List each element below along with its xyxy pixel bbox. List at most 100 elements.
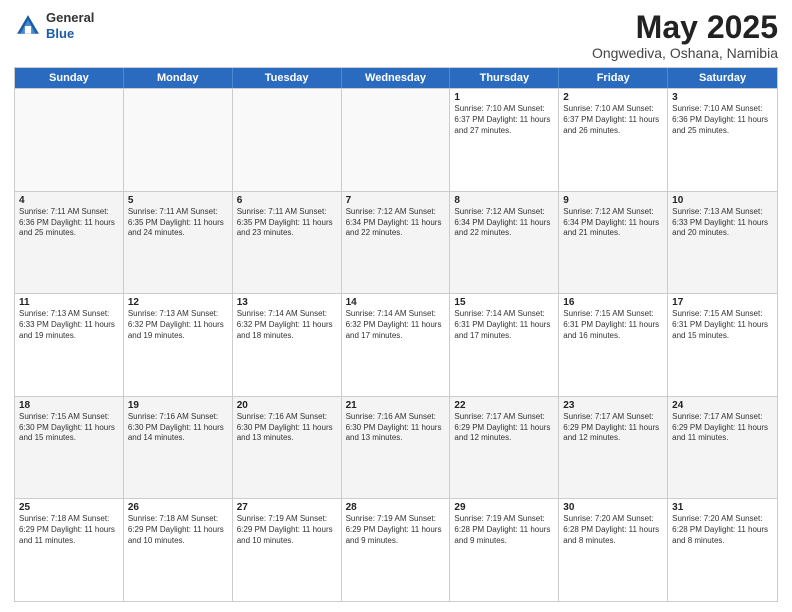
day-number: 11 bbox=[19, 297, 119, 308]
day-number: 29 bbox=[454, 502, 554, 513]
day-info: Sunrise: 7:17 AM Sunset: 6:29 PM Dayligh… bbox=[454, 412, 554, 444]
calendar-week-row: 1Sunrise: 7:10 AM Sunset: 6:37 PM Daylig… bbox=[15, 88, 777, 191]
calendar-header-cell: Thursday bbox=[450, 68, 559, 88]
day-info: Sunrise: 7:12 AM Sunset: 6:34 PM Dayligh… bbox=[346, 207, 446, 239]
day-number: 1 bbox=[454, 92, 554, 103]
calendar-cell: 2Sunrise: 7:10 AM Sunset: 6:37 PM Daylig… bbox=[559, 89, 668, 191]
day-number: 4 bbox=[19, 195, 119, 206]
logo: General Blue bbox=[14, 10, 94, 41]
calendar-week-row: 11Sunrise: 7:13 AM Sunset: 6:33 PM Dayli… bbox=[15, 293, 777, 396]
calendar-cell: 22Sunrise: 7:17 AM Sunset: 6:29 PM Dayli… bbox=[450, 397, 559, 499]
calendar-header-cell: Tuesday bbox=[233, 68, 342, 88]
day-number: 22 bbox=[454, 400, 554, 411]
calendar-cell: 9Sunrise: 7:12 AM Sunset: 6:34 PM Daylig… bbox=[559, 192, 668, 294]
calendar-header-cell: Saturday bbox=[668, 68, 777, 88]
calendar-cell bbox=[124, 89, 233, 191]
day-number: 5 bbox=[128, 195, 228, 206]
day-info: Sunrise: 7:20 AM Sunset: 6:28 PM Dayligh… bbox=[672, 514, 773, 546]
day-number: 31 bbox=[672, 502, 773, 513]
day-number: 21 bbox=[346, 400, 446, 411]
day-info: Sunrise: 7:18 AM Sunset: 6:29 PM Dayligh… bbox=[19, 514, 119, 546]
calendar-header-cell: Friday bbox=[559, 68, 668, 88]
day-info: Sunrise: 7:13 AM Sunset: 6:32 PM Dayligh… bbox=[128, 309, 228, 341]
calendar-cell: 25Sunrise: 7:18 AM Sunset: 6:29 PM Dayli… bbox=[15, 499, 124, 601]
day-info: Sunrise: 7:10 AM Sunset: 6:37 PM Dayligh… bbox=[454, 104, 554, 136]
calendar-cell: 29Sunrise: 7:19 AM Sunset: 6:28 PM Dayli… bbox=[450, 499, 559, 601]
day-info: Sunrise: 7:14 AM Sunset: 6:32 PM Dayligh… bbox=[346, 309, 446, 341]
calendar-cell: 31Sunrise: 7:20 AM Sunset: 6:28 PM Dayli… bbox=[668, 499, 777, 601]
day-number: 26 bbox=[128, 502, 228, 513]
calendar-cell: 5Sunrise: 7:11 AM Sunset: 6:35 PM Daylig… bbox=[124, 192, 233, 294]
day-info: Sunrise: 7:16 AM Sunset: 6:30 PM Dayligh… bbox=[346, 412, 446, 444]
day-info: Sunrise: 7:20 AM Sunset: 6:28 PM Dayligh… bbox=[563, 514, 663, 546]
day-info: Sunrise: 7:15 AM Sunset: 6:30 PM Dayligh… bbox=[19, 412, 119, 444]
day-number: 27 bbox=[237, 502, 337, 513]
title-block: May 2025 Ongwediva, Oshana, Namibia bbox=[592, 10, 778, 61]
day-info: Sunrise: 7:16 AM Sunset: 6:30 PM Dayligh… bbox=[128, 412, 228, 444]
calendar-cell: 27Sunrise: 7:19 AM Sunset: 6:29 PM Dayli… bbox=[233, 499, 342, 601]
calendar-cell: 3Sunrise: 7:10 AM Sunset: 6:36 PM Daylig… bbox=[668, 89, 777, 191]
day-info: Sunrise: 7:17 AM Sunset: 6:29 PM Dayligh… bbox=[672, 412, 773, 444]
day-info: Sunrise: 7:10 AM Sunset: 6:37 PM Dayligh… bbox=[563, 104, 663, 136]
location-subtitle: Ongwediva, Oshana, Namibia bbox=[592, 45, 778, 61]
calendar-cell bbox=[342, 89, 451, 191]
calendar-cell: 18Sunrise: 7:15 AM Sunset: 6:30 PM Dayli… bbox=[15, 397, 124, 499]
day-info: Sunrise: 7:19 AM Sunset: 6:28 PM Dayligh… bbox=[454, 514, 554, 546]
day-number: 14 bbox=[346, 297, 446, 308]
day-number: 30 bbox=[563, 502, 663, 513]
calendar-cell bbox=[233, 89, 342, 191]
day-info: Sunrise: 7:19 AM Sunset: 6:29 PM Dayligh… bbox=[346, 514, 446, 546]
calendar-header-cell: Wednesday bbox=[342, 68, 451, 88]
calendar-cell: 14Sunrise: 7:14 AM Sunset: 6:32 PM Dayli… bbox=[342, 294, 451, 396]
day-number: 20 bbox=[237, 400, 337, 411]
calendar-cell: 30Sunrise: 7:20 AM Sunset: 6:28 PM Dayli… bbox=[559, 499, 668, 601]
day-info: Sunrise: 7:13 AM Sunset: 6:33 PM Dayligh… bbox=[672, 207, 773, 239]
day-info: Sunrise: 7:10 AM Sunset: 6:36 PM Dayligh… bbox=[672, 104, 773, 136]
day-info: Sunrise: 7:15 AM Sunset: 6:31 PM Dayligh… bbox=[563, 309, 663, 341]
calendar-header-cell: Sunday bbox=[15, 68, 124, 88]
calendar-cell: 17Sunrise: 7:15 AM Sunset: 6:31 PM Dayli… bbox=[668, 294, 777, 396]
page-container: General Blue May 2025 Ongwediva, Oshana,… bbox=[0, 0, 792, 612]
logo-icon bbox=[14, 12, 42, 40]
calendar-header-cell: Monday bbox=[124, 68, 233, 88]
day-info: Sunrise: 7:19 AM Sunset: 6:29 PM Dayligh… bbox=[237, 514, 337, 546]
day-number: 9 bbox=[563, 195, 663, 206]
day-info: Sunrise: 7:14 AM Sunset: 6:32 PM Dayligh… bbox=[237, 309, 337, 341]
day-info: Sunrise: 7:13 AM Sunset: 6:33 PM Dayligh… bbox=[19, 309, 119, 341]
calendar-cell: 23Sunrise: 7:17 AM Sunset: 6:29 PM Dayli… bbox=[559, 397, 668, 499]
day-info: Sunrise: 7:18 AM Sunset: 6:29 PM Dayligh… bbox=[128, 514, 228, 546]
day-number: 16 bbox=[563, 297, 663, 308]
logo-general-text: General bbox=[46, 10, 94, 25]
page-header: General Blue May 2025 Ongwediva, Oshana,… bbox=[14, 10, 778, 61]
calendar-cell: 4Sunrise: 7:11 AM Sunset: 6:36 PM Daylig… bbox=[15, 192, 124, 294]
calendar: SundayMondayTuesdayWednesdayThursdayFrid… bbox=[14, 67, 778, 602]
day-number: 13 bbox=[237, 297, 337, 308]
calendar-cell: 26Sunrise: 7:18 AM Sunset: 6:29 PM Dayli… bbox=[124, 499, 233, 601]
calendar-cell: 8Sunrise: 7:12 AM Sunset: 6:34 PM Daylig… bbox=[450, 192, 559, 294]
day-number: 12 bbox=[128, 297, 228, 308]
calendar-cell: 1Sunrise: 7:10 AM Sunset: 6:37 PM Daylig… bbox=[450, 89, 559, 191]
calendar-cell: 10Sunrise: 7:13 AM Sunset: 6:33 PM Dayli… bbox=[668, 192, 777, 294]
calendar-cell: 11Sunrise: 7:13 AM Sunset: 6:33 PM Dayli… bbox=[15, 294, 124, 396]
month-title: May 2025 bbox=[592, 10, 778, 45]
calendar-week-row: 18Sunrise: 7:15 AM Sunset: 6:30 PM Dayli… bbox=[15, 396, 777, 499]
calendar-week-row: 4Sunrise: 7:11 AM Sunset: 6:36 PM Daylig… bbox=[15, 191, 777, 294]
day-info: Sunrise: 7:17 AM Sunset: 6:29 PM Dayligh… bbox=[563, 412, 663, 444]
day-number: 24 bbox=[672, 400, 773, 411]
day-number: 6 bbox=[237, 195, 337, 206]
calendar-cell bbox=[15, 89, 124, 191]
day-info: Sunrise: 7:15 AM Sunset: 6:31 PM Dayligh… bbox=[672, 309, 773, 341]
day-number: 8 bbox=[454, 195, 554, 206]
calendar-cell: 28Sunrise: 7:19 AM Sunset: 6:29 PM Dayli… bbox=[342, 499, 451, 601]
calendar-cell: 24Sunrise: 7:17 AM Sunset: 6:29 PM Dayli… bbox=[668, 397, 777, 499]
day-info: Sunrise: 7:14 AM Sunset: 6:31 PM Dayligh… bbox=[454, 309, 554, 341]
day-number: 17 bbox=[672, 297, 773, 308]
calendar-header-row: SundayMondayTuesdayWednesdayThursdayFrid… bbox=[15, 68, 777, 88]
day-number: 3 bbox=[672, 92, 773, 103]
calendar-cell: 15Sunrise: 7:14 AM Sunset: 6:31 PM Dayli… bbox=[450, 294, 559, 396]
day-number: 7 bbox=[346, 195, 446, 206]
calendar-body: 1Sunrise: 7:10 AM Sunset: 6:37 PM Daylig… bbox=[15, 88, 777, 601]
day-number: 25 bbox=[19, 502, 119, 513]
day-number: 19 bbox=[128, 400, 228, 411]
day-info: Sunrise: 7:11 AM Sunset: 6:36 PM Dayligh… bbox=[19, 207, 119, 239]
